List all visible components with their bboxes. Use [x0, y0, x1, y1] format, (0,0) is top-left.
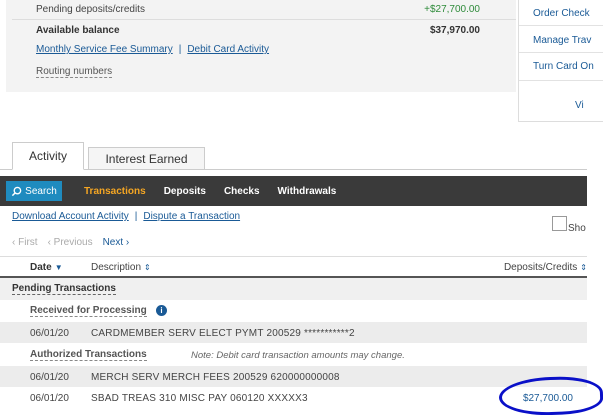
dispute-transaction-link[interactable]: Dispute a Transaction [143, 211, 240, 222]
quick-links-panel: Order Check Manage Trav Turn Card On Vi [518, 0, 603, 122]
previous-page-button[interactable]: ‹ Previous [48, 237, 93, 248]
pending-deposits-value: +$27,700.00 [424, 3, 480, 15]
date-header-label: Date [30, 262, 52, 273]
sort-icon: ⇕ [144, 263, 151, 272]
info-icon[interactable]: i [156, 305, 167, 316]
order-checks-link[interactable]: Order Check [533, 8, 590, 19]
description-header-label: Description [91, 262, 142, 273]
view-link[interactable]: Vi [575, 100, 584, 111]
activity-tabs: Activity Interest Earned [0, 140, 587, 170]
authorized-label: Authorized Transactions [30, 349, 147, 361]
search-label: Search [25, 185, 57, 197]
row-date: 06/01/20 [30, 372, 69, 383]
sort-icon: ⇕ [580, 263, 587, 272]
debit-card-activity-link[interactable]: Debit Card Activity [187, 44, 269, 55]
sort-down-icon: ▼ [54, 263, 63, 272]
search-icon [12, 186, 22, 196]
first-label: First [18, 237, 38, 248]
tab-interest-earned[interactable]: Interest Earned [88, 147, 205, 170]
nav-checks[interactable]: Checks [224, 186, 260, 197]
manage-travel-link[interactable]: Manage Trav [533, 35, 591, 46]
previous-label: Previous [53, 237, 93, 248]
divider: | [134, 211, 138, 222]
authorized-note: Note: Debit card transaction amounts may… [191, 350, 405, 361]
pending-deposits-row: Pending deposits/credits +$27,700.00 [36, 0, 480, 18]
divider [519, 52, 603, 53]
date-column-header[interactable]: Date ▼ [30, 262, 63, 273]
monthly-fee-link[interactable]: Monthly Service Fee Summary [36, 44, 173, 55]
pending-deposits-label: Pending deposits/credits [36, 3, 145, 15]
authorized-transactions-header: Authorized Transactions Note: Debit card… [0, 344, 587, 366]
show-checkbox[interactable] [552, 216, 567, 231]
description-column-header[interactable]: Description ⇕ [91, 262, 151, 273]
available-balance-value: $37,970.00 [429, 24, 480, 36]
transactions-toolbar: Search Transactions Deposits Checks With… [0, 176, 587, 206]
search-button[interactable]: Search [6, 181, 62, 201]
summary-links: Monthly Service Fee Summary | Debit Card… [36, 44, 269, 55]
divider [519, 80, 603, 81]
row-description: SBAD TREAS 310 MISC PAY 060120 XXXXX3 [91, 393, 308, 404]
available-balance-row: Available balance $37,970.00 [36, 21, 480, 39]
activity-actions: Download Account Activity | Dispute a Tr… [12, 211, 240, 222]
divider [12, 19, 516, 20]
divider [519, 25, 603, 26]
nav-deposits[interactable]: Deposits [164, 186, 206, 197]
table-row[interactable]: 06/01/20 CARDMEMBER SERV ELECT PYMT 2005… [0, 322, 587, 344]
row-description: MERCH SERV MERCH FEES 200529 62000000000… [91, 372, 340, 383]
turn-card-on-link[interactable]: Turn Card On [533, 61, 594, 72]
amount-header-label: Deposits/Credits [503, 262, 578, 273]
routing-numbers-link[interactable]: Routing numbers [36, 66, 113, 78]
divider: | [178, 44, 182, 55]
pending-transactions-header: Pending Transactions [0, 278, 587, 300]
row-description: CARDMEMBER SERV ELECT PYMT 200529 ******… [91, 328, 355, 339]
download-activity-link[interactable]: Download Account Activity [12, 211, 129, 222]
next-label: Next [102, 237, 124, 248]
first-page-button[interactable]: ‹ First [12, 237, 38, 248]
nav-transactions[interactable]: Transactions [84, 186, 146, 197]
table-row[interactable]: 06/01/20 MERCH SERV MERCH FEES 200529 62… [0, 366, 587, 388]
pending-transactions-label: Pending Transactions [12, 283, 116, 295]
received-for-processing-header: Received for Processing i [0, 300, 587, 322]
row-date: 06/01/20 [30, 393, 69, 404]
transactions-table-header: Date ▼ Description ⇕ Deposits/Credits ⇕ [0, 256, 587, 278]
available-balance-label: Available balance [36, 24, 120, 36]
account-summary: Pending deposits/credits +$27,700.00 Ava… [6, 0, 516, 92]
amount-column-header[interactable]: Deposits/Credits ⇕ [504, 262, 587, 273]
next-page-button[interactable]: Next › [103, 237, 130, 248]
nav-withdrawals[interactable]: Withdrawals [278, 186, 337, 197]
pagination: ‹ First ‹ Previous Next › [12, 237, 129, 248]
received-label: Received for Processing [30, 305, 147, 317]
row-date: 06/01/20 [30, 328, 69, 339]
show-checkbox-label: Sho [568, 223, 586, 234]
tab-activity[interactable]: Activity [12, 142, 84, 170]
